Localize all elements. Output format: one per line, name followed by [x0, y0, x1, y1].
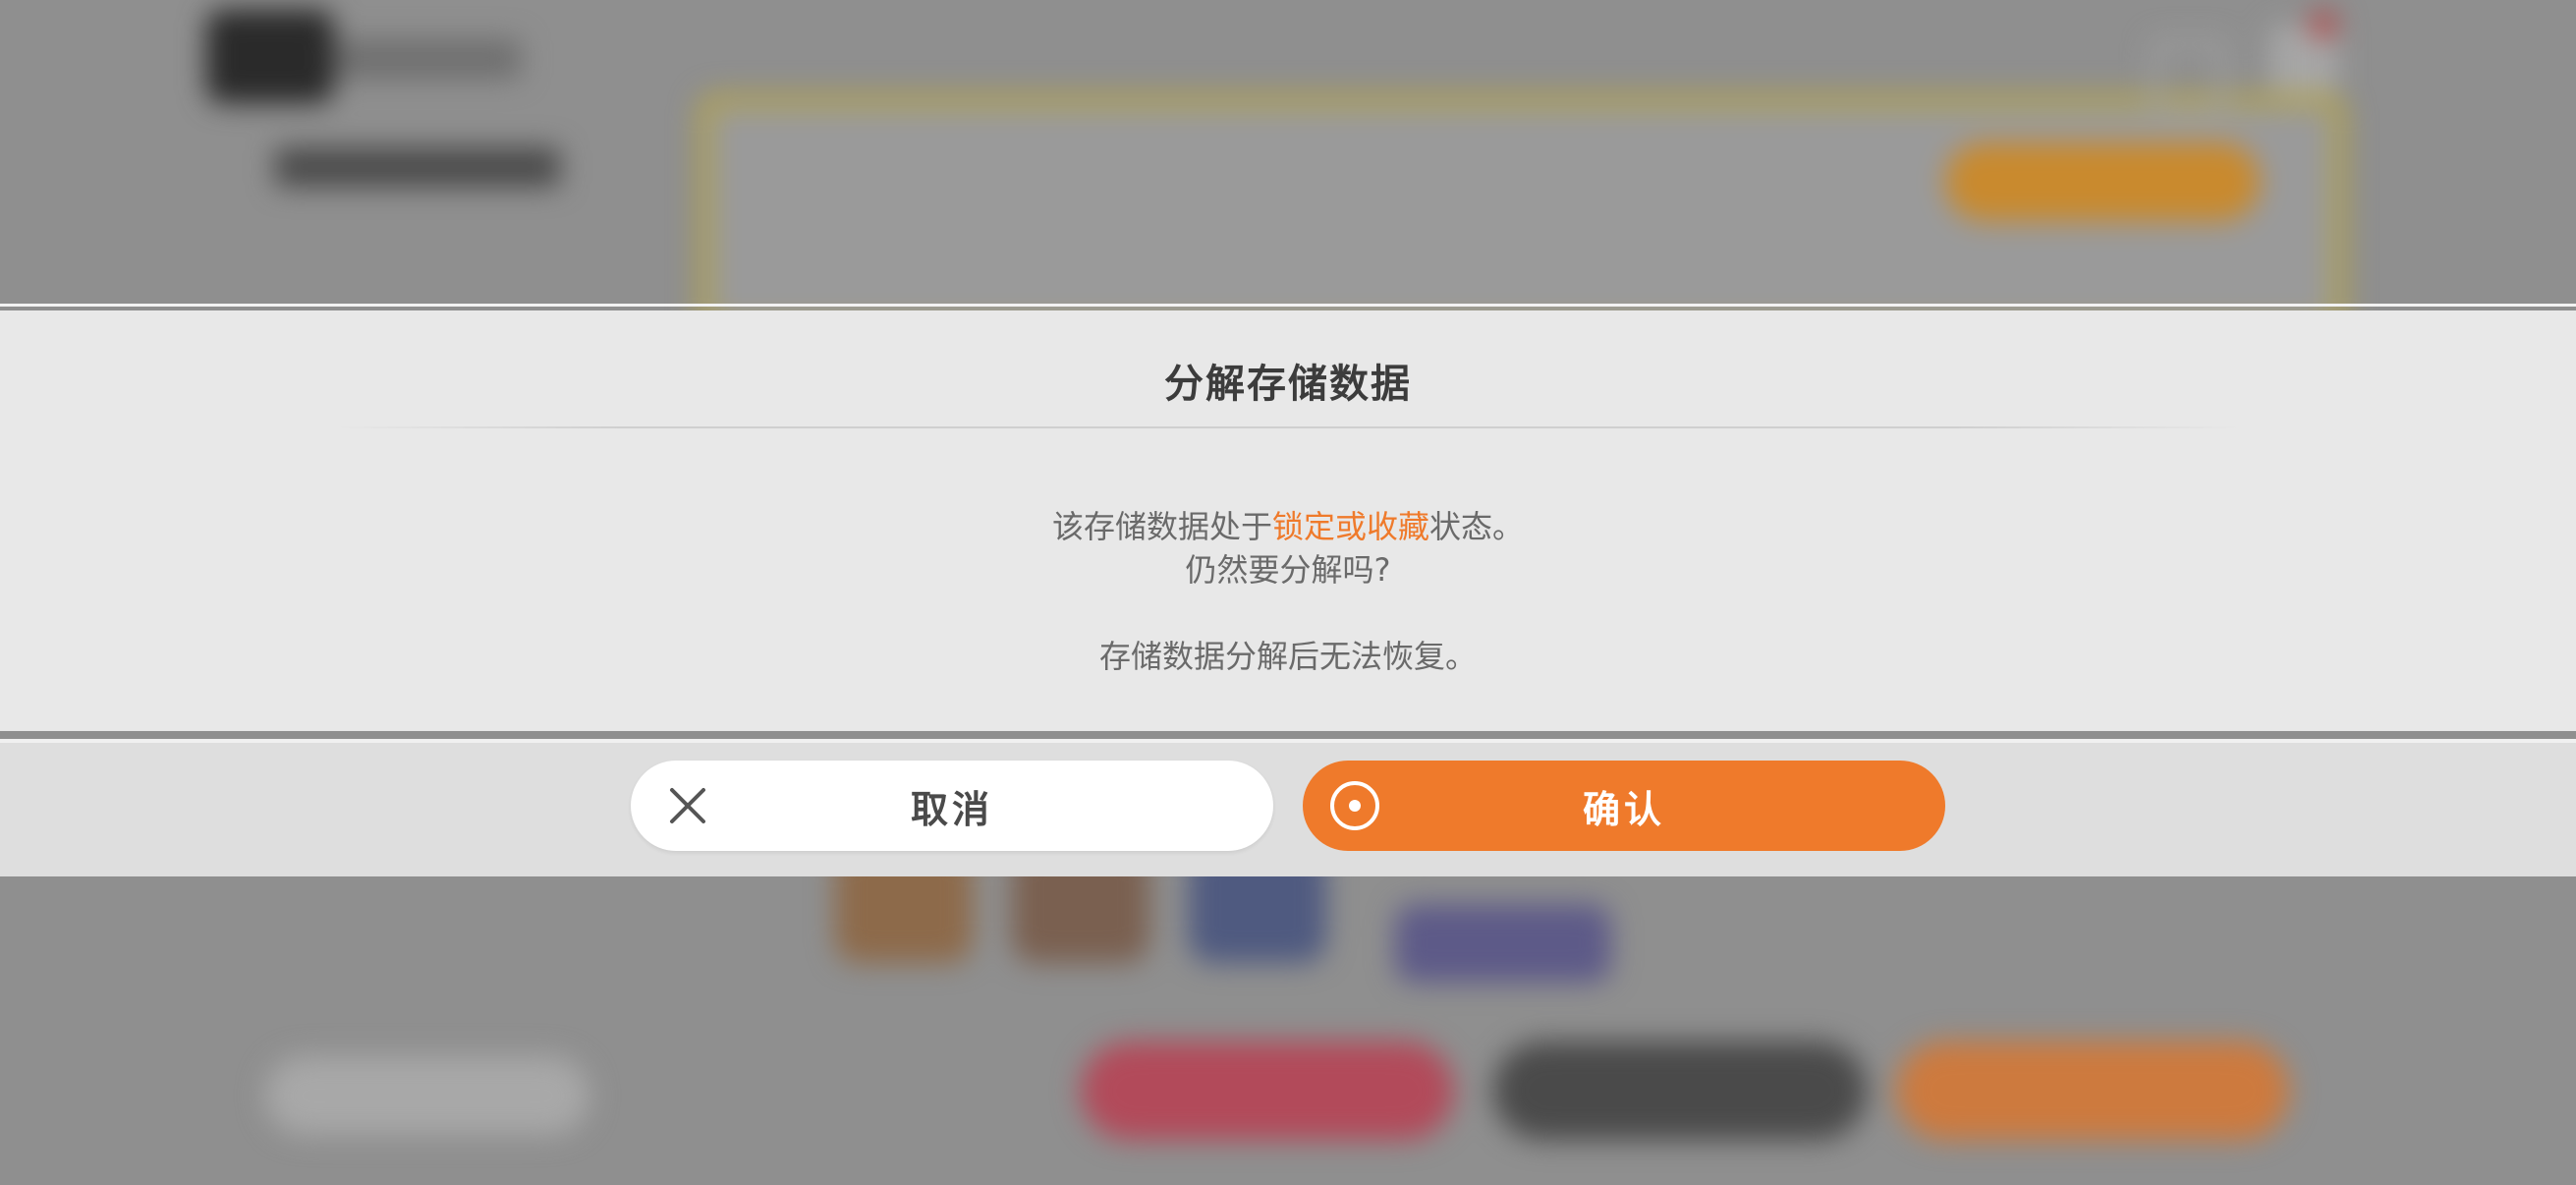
message-highlight: 锁定或收藏 — [1271, 508, 1429, 545]
message-text: 状态。 — [1429, 508, 1525, 545]
logo-text — [334, 39, 521, 79]
dialog-footer: 取消 确认 — [0, 739, 2576, 876]
warning-text: 存储数据分解后无法恢复。 — [1098, 638, 1477, 675]
dialog-title: 分解存储数据 — [1164, 362, 1412, 407]
filter-bar — [1945, 142, 2260, 221]
message-text: 该存储数据处于 — [1051, 508, 1272, 545]
back-button-bg — [265, 1056, 589, 1135]
item-card — [1395, 904, 1611, 983]
bg-button-orange — [1896, 1042, 2289, 1140]
confirm-label: 确认 — [1582, 787, 1665, 831]
close-icon — [670, 788, 705, 823]
page-heading — [275, 147, 560, 187]
home-icon — [2152, 39, 2226, 114]
confirm-button[interactable]: 确认 — [1303, 761, 1945, 851]
confirm-dialog: 分解存储数据 该存储数据处于锁定或收藏状态。 仍然要分解吗? 存储数据分解后无法… — [0, 310, 2576, 731]
dialog-top-line — [0, 304, 2576, 307]
cancel-button[interactable]: 取消 — [631, 761, 1273, 851]
notification-dot — [2309, 10, 2338, 39]
title-divider — [334, 426, 2242, 428]
message-line-2: 仍然要分解吗? — [1185, 551, 1391, 589]
message-line-1: 该存储数据处于锁定或收藏状态。 — [0, 505, 2576, 548]
bg-button-red — [1081, 1042, 1454, 1140]
target-icon — [1330, 781, 1379, 830]
cancel-label: 取消 — [910, 787, 993, 831]
bg-button-dark — [1493, 1042, 1867, 1140]
game-logo — [206, 10, 334, 103]
